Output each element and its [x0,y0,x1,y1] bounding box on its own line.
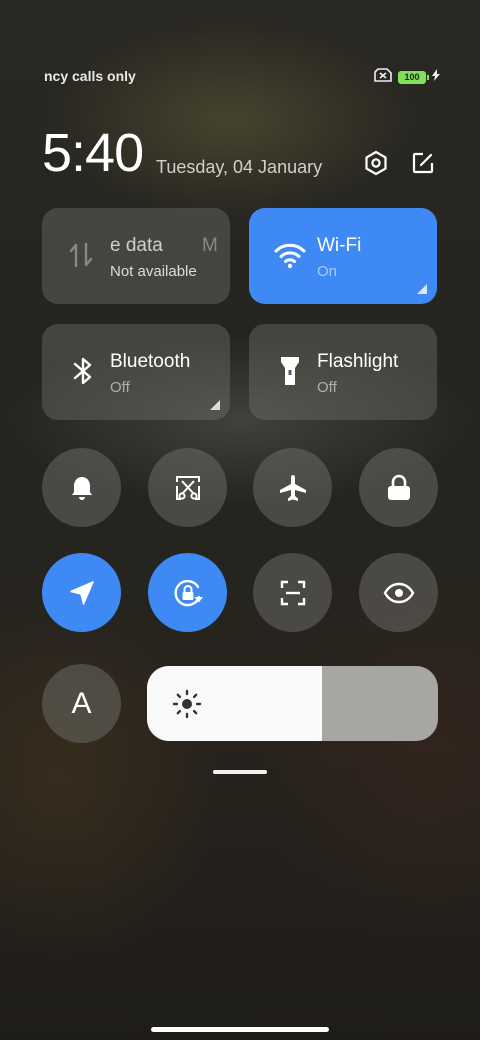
edit-icon [412,152,434,174]
auto-brightness-label: A [71,686,92,720]
mobile-data-status: Not available [110,263,197,280]
battery-icon: 100 [398,70,429,84]
eye-icon [383,582,414,603]
charging-icon [432,68,440,86]
bluetooth-icon [66,354,100,388]
rotation-lock-toggle[interactable] [148,553,227,632]
status-icons: 100 [374,67,440,87]
flashlight-icon [273,354,307,388]
bluetooth-expand-icon[interactable] [210,400,220,410]
scissors-icon [175,475,200,500]
sun-icon [172,689,202,719]
flashlight-label: Flashlight [317,351,399,372]
airplane-icon [279,474,306,501]
bell-icon [71,476,92,500]
date-label: Tuesday, 04 January [156,157,323,177]
bluetooth-status: Off [110,379,130,396]
reading-mode-toggle[interactable] [359,553,438,632]
wifi-status: On [317,263,338,280]
bluetooth-tile[interactable]: Bluetooth Off [42,324,230,420]
clock: 5:40 [42,123,144,183]
mobile-data-label: e data [110,235,163,256]
flashlight-status: Off [317,379,337,396]
status-carrier-text: ncy calls only [44,68,136,84]
flashlight-tile[interactable]: Flashlight Off [249,324,437,420]
scan-icon [280,580,305,605]
airplane-mode-toggle[interactable] [253,448,332,527]
wifi-label: Wi-Fi [317,235,362,256]
settings-icon [365,150,387,176]
location-toggle[interactable] [42,553,121,632]
mobile-data-tile[interactable]: e data M Not available [42,208,230,304]
notifications-toggle[interactable] [42,448,121,527]
lock-icon [387,474,410,500]
settings-button[interactable] [361,148,391,178]
lock-screen-toggle[interactable] [359,448,438,527]
wifi-icon [273,238,307,272]
bluetooth-label: Bluetooth [110,351,191,372]
home-indicator[interactable] [151,1027,329,1032]
wifi-expand-icon[interactable] [417,284,427,294]
brightness-slider[interactable] [147,666,438,741]
screenshot-toggle[interactable] [148,448,227,527]
drag-handle[interactable] [213,770,267,774]
mobile-data-label-extra: M [202,235,218,256]
rotation-lock-icon [173,579,203,606]
scanner-toggle[interactable] [253,553,332,632]
wifi-tile[interactable]: Wi-Fi On [249,208,437,304]
edit-button[interactable] [408,148,438,178]
mobile-data-icon [64,238,98,272]
no-sim-icon [374,67,392,87]
auto-brightness-toggle[interactable]: A [42,664,121,743]
location-arrow-icon [69,580,94,605]
